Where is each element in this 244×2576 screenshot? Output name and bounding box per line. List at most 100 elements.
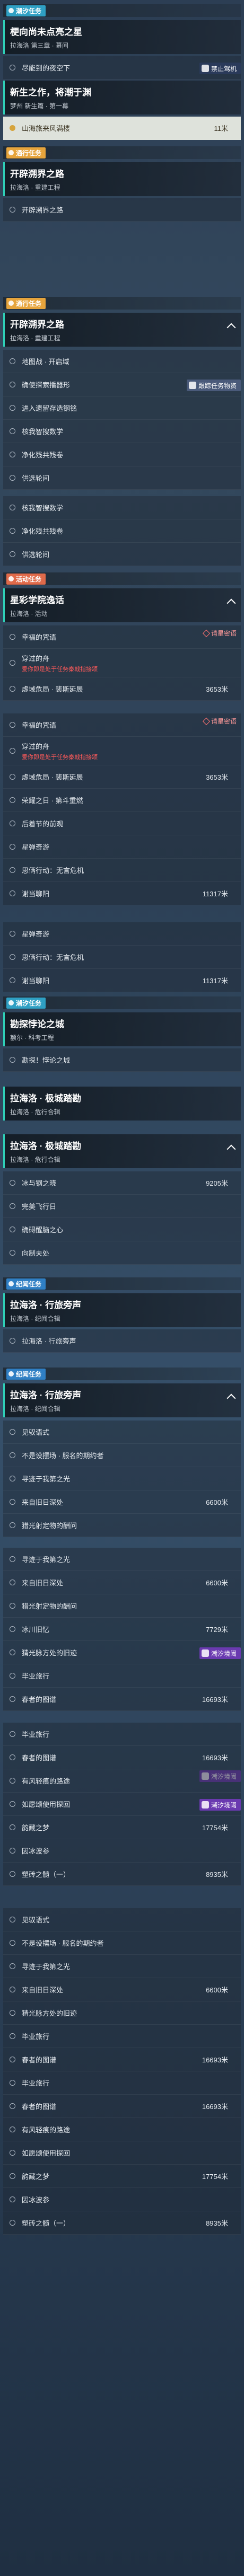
- list-item[interactable]: 塑砖之髓（一） 8935米: [3, 1863, 241, 1886]
- circle-icon: [10, 1987, 15, 1992]
- list-item[interactable]: 来自旧日深处 6600米: [3, 1490, 241, 1514]
- circle-icon: [10, 65, 15, 70]
- list-item[interactable]: 因冰波参: [3, 2188, 241, 2211]
- list-item[interactable]: 地图战 · 开启域: [3, 350, 241, 373]
- quest-card[interactable]: 新生之作，将潮于渊 梦州 新生篇 · 第一幕: [3, 81, 241, 114]
- list-item[interactable]: 不是设摆场 · 服名的期约者: [3, 1444, 241, 1467]
- list-item[interactable]: 冰与钢之晓 9205米: [3, 1171, 241, 1195]
- list-item[interactable]: 净化残共残卷: [3, 443, 241, 466]
- list-item[interactable]: 毕业旅行: [3, 1664, 241, 1688]
- circle-icon: [10, 1824, 15, 1830]
- list-item[interactable]: 猎光射定物的酬问: [3, 1594, 241, 1618]
- quest-card[interactable]: 开辟溯界之路 拉海洛 · 重建工程: [3, 313, 241, 347]
- list-item[interactable]: 供选轮间: [3, 466, 241, 490]
- section-header-jiwen[interactable]: 纪闻任务: [3, 1368, 241, 1380]
- list-item[interactable]: 冰川旧忆 7729米: [3, 1618, 241, 1641]
- section-chip: 潮汐任务: [6, 5, 46, 16]
- list-item[interactable]: 见驭语式: [3, 1421, 241, 1444]
- circle-icon: [10, 660, 15, 666]
- list-item[interactable]: 塑砖之髓（一） 8935米: [3, 2211, 241, 2235]
- circle-icon: [10, 428, 15, 434]
- list-item[interactable]: 虚域危局 · 裴斯延展 3653米: [3, 677, 241, 701]
- circle-icon: [10, 1203, 15, 1209]
- list-item[interactable]: 供选轮间: [3, 543, 241, 566]
- forbidden-tag: 禁止驾机: [199, 63, 241, 74]
- list-item[interactable]: 有风轻痕的路途: [3, 2118, 241, 2141]
- list-item[interactable]: 思俩行动：无言危机: [3, 859, 241, 882]
- list-item[interactable]: 毕业旅行: [3, 2071, 241, 2095]
- circle-icon: [10, 1556, 15, 1562]
- section-header-huodong[interactable]: 活动任务: [3, 572, 241, 585]
- list-item[interactable]: 韵藏之梦 17754米: [3, 2165, 241, 2188]
- quest-card[interactable]: 拉海洛 · 行旅旁声 拉海洛 · 纪闻合辑: [3, 1293, 241, 1327]
- section-chip: 纪闻任务: [6, 1368, 46, 1380]
- circle-icon: [10, 2173, 15, 2179]
- circle-icon: [10, 2127, 15, 2132]
- list-item[interactable]: 开辟溯界之路: [3, 198, 241, 222]
- section-header-chaoxi[interactable]: 潮汐任务: [3, 4, 241, 17]
- list-item[interactable]: 星弹奇游: [3, 922, 241, 946]
- location-badge: 请星密语: [202, 717, 237, 726]
- list-item[interactable]: 韵藏之梦 17754米: [3, 1816, 241, 1839]
- task-panel: 潮汐任务 梗向尚未点亮之星 拉海洛 第三章 · 幕间 尽能到的夜空下 禁止驾机 …: [0, 0, 244, 2576]
- quest-subtitle: 拉海洛 · 纪闻合辑: [10, 1315, 60, 1322]
- list-item[interactable]: 毕业旅行: [3, 1723, 241, 1746]
- section-header-tongxing[interactable]: 通行任务: [3, 297, 241, 310]
- circle-icon: [10, 1429, 15, 1435]
- list-item[interactable]: 确碍醒脑之心: [3, 1218, 241, 1241]
- quest-card[interactable]: 梗向尚未点亮之星 拉海洛 第三章 · 幕间: [3, 20, 241, 54]
- circle-icon: [10, 1848, 15, 1854]
- list-item[interactable]: 净化残共残卷: [3, 519, 241, 543]
- tide-tag: 潮汐境阈: [199, 1647, 241, 1659]
- section-header-tongxing[interactable]: 通行任务: [3, 146, 241, 159]
- list-item-active[interactable]: 山海旅来风满楼 11米: [3, 117, 241, 140]
- list-item[interactable]: 寻迹于我第之光: [3, 1955, 241, 1978]
- list-item[interactable]: 来自旧日深处 6600米: [3, 1571, 241, 1594]
- list-item[interactable]: 因冰波参: [3, 1839, 241, 1863]
- list-item[interactable]: 核我智搜数学: [3, 420, 241, 443]
- list-item[interactable]: 如愿颂使用探回: [3, 2141, 241, 2165]
- location-badge: 请星密语: [202, 629, 237, 638]
- list-item[interactable]: 思俩行动：无言危机: [3, 946, 241, 969]
- section-header-chaoxi[interactable]: 潮汐任务: [3, 996, 241, 1009]
- quest-card[interactable]: 星彩学院逸话 拉海洛 · 活动: [3, 588, 241, 622]
- list-item[interactable]: 猎光射定物的酬问: [3, 1514, 241, 1537]
- quest-card[interactable]: 勘探悖论之城 额尔 · 科考工程: [3, 1012, 241, 1046]
- list-item[interactable]: 穿过的舟 爱你即是处于任务秦戟指接颂: [3, 737, 241, 765]
- list-item[interactable]: 不是设摆场 · 服名的期约者: [3, 1931, 241, 1955]
- list-item[interactable]: 穿过的舟 爱你即是处于任务秦戟指接颂: [3, 649, 241, 677]
- circle-icon: [10, 1227, 15, 1232]
- list-item[interactable]: 勘探！悖论之城: [3, 1048, 241, 1072]
- list-item[interactable]: 核我智搜数学: [3, 496, 241, 519]
- list-item[interactable]: 猜光脉方处的旧迹: [3, 2001, 241, 2025]
- list-item[interactable]: 寻迹于我第之光: [3, 1548, 241, 1571]
- list-item[interactable]: 春者的图谱 16693米: [3, 1746, 241, 1769]
- section-header-jiwen[interactable]: 纪闻任务: [3, 1277, 241, 1290]
- circle-icon: [10, 1963, 15, 1969]
- list-item[interactable]: 虚域危局 · 裴斯延展 3653米: [3, 765, 241, 789]
- quest-card[interactable]: 开辟溯界之路 拉海洛 · 重建工程: [3, 162, 241, 196]
- list-item[interactable]: 有风轻痕的路途: [3, 1769, 241, 1793]
- list-item[interactable]: 荣耀之日 · 第斗重燃: [3, 789, 241, 812]
- quest-title: 拉海洛 · 极城踏勘: [10, 1141, 82, 1151]
- list-item[interactable]: 春者的图谱 16693米: [3, 2095, 241, 2118]
- list-item[interactable]: 春者的图谱 16693米: [3, 1688, 241, 1711]
- list-item[interactable]: 星弹奇游: [3, 835, 241, 859]
- list-item[interactable]: 进入遗留存选钢铭: [3, 396, 241, 420]
- quest-card[interactable]: 拉海洛 · 行旅旁声 拉海洛 · 纪闻合辑: [3, 1383, 241, 1417]
- list-item[interactable]: 向制夫处: [3, 1241, 241, 1265]
- list-item[interactable]: 拉海洛 · 行旅旁声: [3, 1329, 241, 1353]
- list-item[interactable]: 来自旧日深处 6600米: [3, 1978, 241, 2001]
- list-item[interactable]: 毕业旅行: [3, 2025, 241, 2048]
- list-item[interactable]: 春者的图谱 16693米: [3, 2048, 241, 2071]
- list-item[interactable]: 谢当聊阳 11317米: [3, 882, 241, 905]
- list-item[interactable]: 寻迹于我第之光: [3, 1467, 241, 1490]
- list-item[interactable]: 完美飞行日: [3, 1195, 241, 1218]
- quest-card[interactable]: 拉海洛 · 极城踏勘 拉海洛 · 危行合辑: [3, 1134, 241, 1168]
- section-chip: 纪闻任务: [6, 1278, 46, 1290]
- list-item[interactable]: 谢当聊阳 11317米: [3, 969, 241, 992]
- list-item[interactable]: 后着节的前观: [3, 812, 241, 835]
- quest-card[interactable]: 拉海洛 · 极城踏勘 拉海洛 · 危行合辑: [3, 1087, 241, 1121]
- box-icon: [188, 382, 196, 389]
- list-item[interactable]: 见驭语式: [3, 1908, 241, 1931]
